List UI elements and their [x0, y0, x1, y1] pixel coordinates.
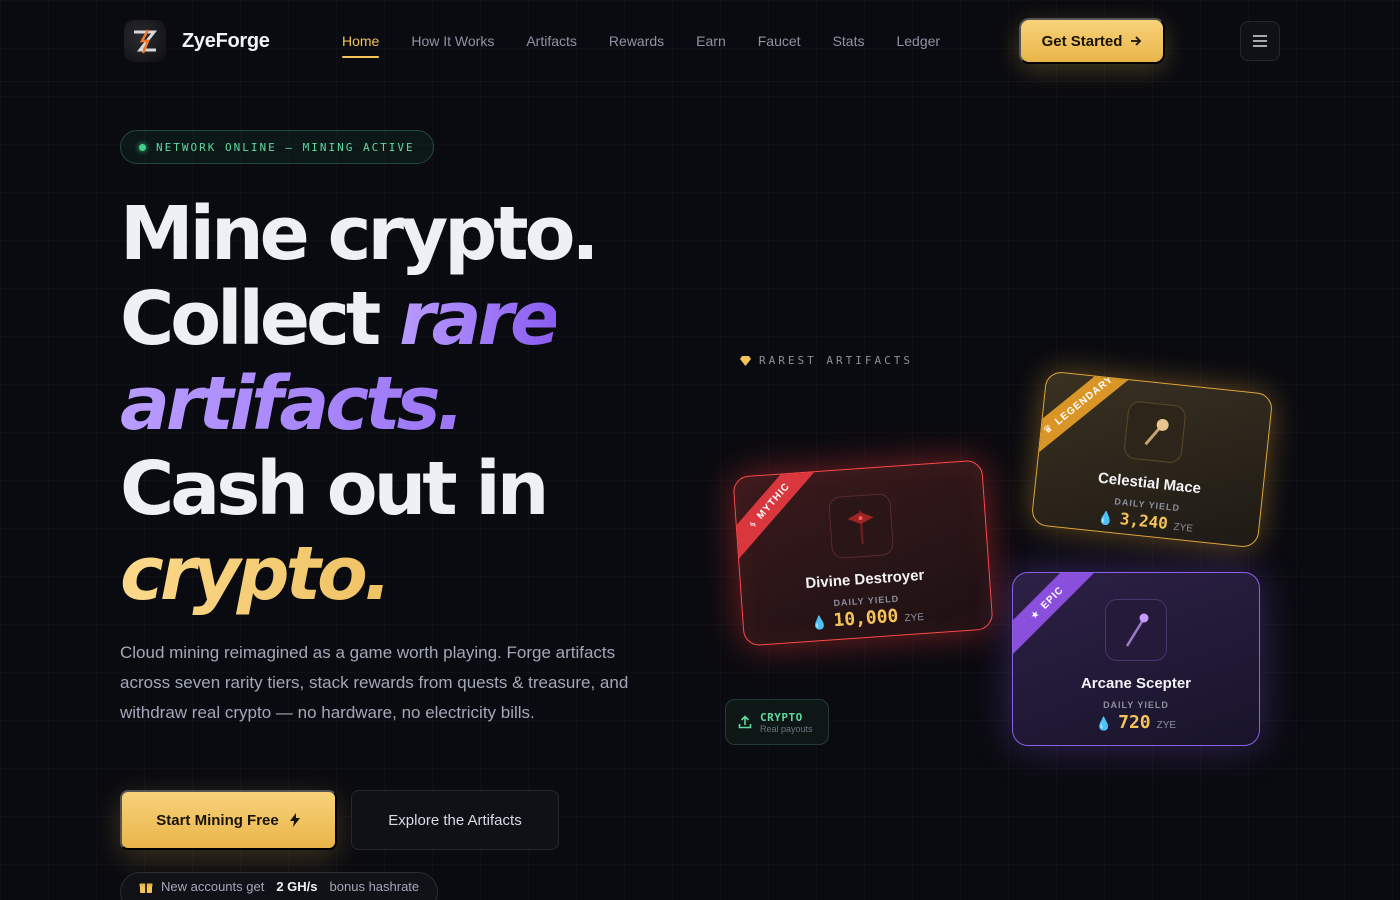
bonus-amount: 2 GH/s — [276, 879, 318, 894]
headline-line-4: Cash out in — [120, 446, 549, 532]
nav-item-rewards[interactable]: Rewards — [609, 0, 664, 82]
star-icon: ★ — [1028, 607, 1043, 622]
top-navigation-bar: ZyeForge Home How It Works Artifacts Rew… — [0, 0, 1400, 82]
headline-line-1: Mine crypto. — [120, 191, 600, 277]
daily-yield-value: 3,240 — [1118, 509, 1169, 533]
mace-weapon-icon — [1144, 418, 1169, 446]
artifact-name: Arcane Scepter — [1080, 675, 1192, 692]
droplet-icon: 💧 — [810, 614, 829, 631]
scepter-weapon-icon — [1125, 613, 1149, 647]
artifact-name: Celestial Mace — [1097, 469, 1202, 498]
artifact-card-divine-destroyer[interactable]: ᛃ MYTHIC Divine Destroyer DAILY YIELD 💧 … — [732, 459, 994, 647]
droplet-icon: 💧 — [1096, 509, 1115, 527]
rarity-label: MYTHIC — [754, 480, 793, 522]
hamburger-menu-button[interactable] — [1240, 21, 1280, 61]
crypto-badge-subtitle: Real payouts — [760, 723, 813, 734]
droplet-icon: 💧 — [1095, 716, 1113, 731]
upload-icon — [738, 715, 752, 729]
brand-name: ZyeForge — [182, 29, 270, 52]
rarity-label: LEGENDARY — [1052, 373, 1116, 428]
rarest-artifacts-text: RAREST ARTIFACTS — [759, 354, 913, 367]
artifact-card-celestial-mace[interactable]: ♛ LEGENDARY Celestial Mace DAILY YIELD 💧… — [1030, 370, 1274, 549]
rarity-ribbon: ᛃ MYTHIC — [732, 459, 825, 567]
yield-unit: ZYE — [1156, 720, 1177, 731]
crown-icon: ♛ — [1041, 421, 1056, 437]
explore-artifacts-button[interactable]: Explore the Artifacts — [351, 790, 559, 850]
hero-headline: Mine crypto. Collect rare artifacts. Cas… — [120, 192, 680, 617]
artifact-image — [1105, 599, 1167, 661]
daily-yield-value: 10,000 — [832, 605, 900, 632]
gift-icon — [139, 883, 153, 893]
nav-item-stats[interactable]: Stats — [833, 0, 865, 82]
get-started-button[interactable]: Get Started — [1019, 18, 1165, 64]
headline-crypto: crypto. — [120, 532, 680, 617]
daily-yield: 💧 10,000 ZYE — [811, 604, 925, 633]
start-mining-label: Start Mining Free — [156, 811, 279, 829]
headline-artifacts: artifacts. — [120, 362, 680, 447]
crypto-badge-title: CRYPTO — [760, 710, 803, 724]
artifact-image — [1123, 400, 1187, 465]
hero-subcopy: Cloud mining reimagined as a game worth … — [120, 643, 629, 722]
mythic-icon: ᛃ — [746, 517, 760, 531]
artifact-card-arcane-scepter[interactable]: ★ EPIC Arcane Scepter DAILY YIELD 💧 720 … — [1012, 572, 1260, 746]
crypto-badge-text: CRYPTO Real payouts — [760, 711, 813, 734]
online-dot-icon — [139, 143, 146, 151]
nav-item-ledger[interactable]: Ledger — [896, 0, 940, 82]
gem-icon — [740, 355, 751, 366]
headline-collect: Collect — [120, 276, 381, 362]
bonus-suffix: bonus hashrate — [329, 879, 420, 894]
nav-item-how-it-works[interactable]: How It Works — [411, 0, 494, 82]
daily-yield-label: DAILY YIELD — [1103, 700, 1169, 710]
headline-line-2: Collect rare — [120, 277, 680, 362]
headline-rare: rare — [399, 276, 560, 362]
get-started-label: Get Started — [1041, 32, 1123, 50]
nav-item-home[interactable]: Home — [342, 0, 380, 82]
artifact-image — [828, 492, 895, 560]
network-status-text: NETWORK ONLINE — MINING ACTIVE — [156, 140, 415, 154]
axe-weapon-icon — [847, 510, 874, 545]
bonus-prefix: New accounts get — [161, 879, 265, 894]
main-nav: Home How It Works Artifacts Rewards Earn… — [342, 0, 972, 82]
yield-unit: ZYE — [1172, 521, 1194, 535]
arrow-right-icon — [1131, 36, 1142, 46]
bonus-hashrate-badge: New accounts get 2 GH/s bonus hashrate — [120, 872, 439, 900]
lightning-icon — [289, 813, 300, 827]
yield-unit: ZYE — [904, 611, 925, 625]
network-status-badge: NETWORK ONLINE — MINING ACTIVE — [120, 130, 434, 164]
daily-yield-value: 720 — [1118, 712, 1151, 733]
zyeforge-logo-icon — [124, 20, 166, 62]
brand-logo[interactable]: ZyeForge — [124, 20, 270, 62]
hamburger-menu-icon — [1253, 35, 1267, 47]
nav-item-artifacts[interactable]: Artifacts — [526, 0, 577, 82]
artifact-name: Divine Destroyer — [804, 566, 925, 593]
nav-item-faucet[interactable]: Faucet — [758, 0, 801, 82]
nav-item-earn[interactable]: Earn — [696, 0, 726, 82]
start-mining-button[interactable]: Start Mining Free — [120, 790, 337, 850]
crypto-payout-badge: CRYPTO Real payouts — [725, 699, 829, 745]
rarest-artifacts-label: RAREST ARTIFACTS — [740, 354, 913, 367]
rarity-label: EPIC — [1038, 584, 1066, 612]
daily-yield: 💧 720 ZYE — [1096, 712, 1176, 733]
rarity-ribbon: ★ EPIC — [1013, 573, 1105, 661]
